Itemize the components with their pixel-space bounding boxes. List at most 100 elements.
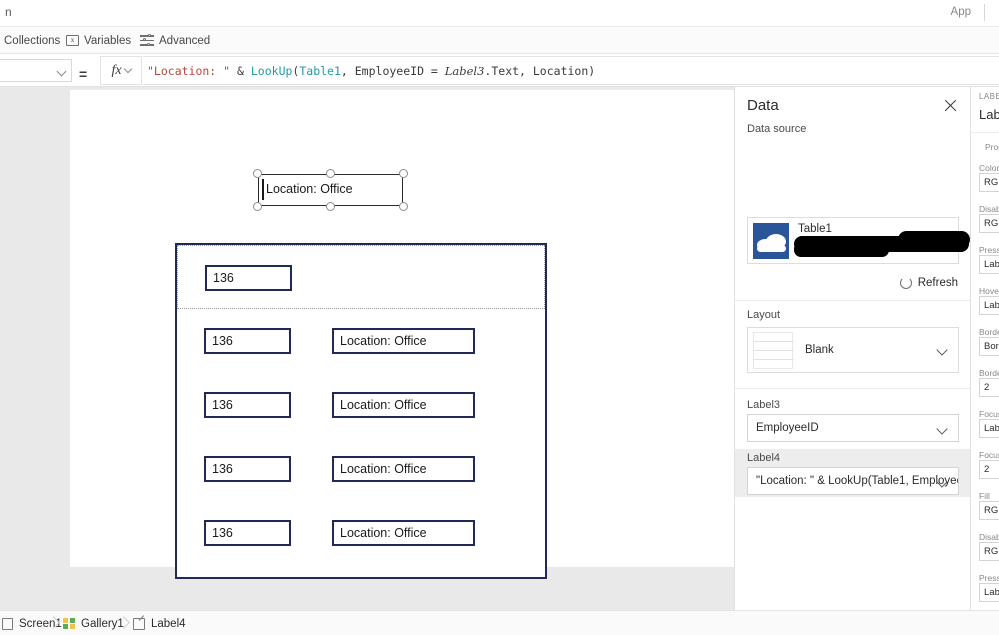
gallery-row[interactable]: 136 Location: Office <box>177 501 545 565</box>
variables-icon-glyph: x <box>70 36 75 44</box>
data-panel-title: Data <box>747 97 779 114</box>
breadcrumb-item-label4[interactable]: Label4 <box>133 611 186 635</box>
location-label[interactable]: Location: Office <box>332 456 475 482</box>
property-value[interactable]: 2 <box>979 378 999 397</box>
location-label[interactable]: Location: Office <box>332 392 475 418</box>
gallery-row[interactable]: 136 <box>177 245 545 309</box>
formula-token-string: "Location: " <box>147 63 231 78</box>
chevron-down-icon <box>936 423 948 435</box>
breadcrumb-separator-icon <box>119 615 128 632</box>
employee-id-field[interactable]: 136 <box>204 456 291 482</box>
data-source-label: Data source <box>747 123 807 135</box>
property-label: Disabled fill <box>979 532 999 542</box>
field-select-label3[interactable]: EmployeeID <box>747 414 959 442</box>
formula-token-tail: .Text, Location) <box>484 63 596 78</box>
ribbon-item-variables[interactable]: x Variables <box>66 27 131 54</box>
text-caret <box>262 179 264 200</box>
employee-id-field[interactable]: 136 <box>204 328 291 354</box>
resize-handle-top-center[interactable] <box>326 169 335 178</box>
resize-handle-top-right[interactable] <box>399 169 408 178</box>
ribbon-item-advanced[interactable]: Advanced <box>140 27 210 54</box>
gallery-control[interactable]: 136 136 Location: Office 136 Location: O… <box>175 243 547 579</box>
formula-token-paren: ( <box>292 63 300 78</box>
property-value[interactable]: RGBA(... <box>979 542 999 561</box>
equals-sign: = <box>79 66 88 82</box>
property-label: Disabled color <box>979 204 999 214</box>
redaction-mark <box>898 231 970 248</box>
formula-input[interactable]: "Location: " & LookUp ( Table1 , Employe… <box>143 56 999 85</box>
formula-token-control: Label3 <box>444 63 485 78</box>
gallery-row[interactable]: 136 Location: Office <box>177 373 545 437</box>
resize-handle-bottom-right[interactable] <box>399 202 408 211</box>
refresh-icon <box>899 277 912 289</box>
field-value-label3: EmployeeID <box>756 422 819 434</box>
ribbon-toolbar: Collections x Variables Advanced <box>0 27 999 54</box>
layout-value: Blank <box>805 344 834 356</box>
property-label: Pressed color <box>979 245 999 255</box>
ribbon-item-collections[interactable]: Collections <box>4 27 60 54</box>
app-canvas[interactable]: 136 136 Location: Office 136 Location: O… <box>70 90 734 579</box>
variables-icon: x <box>66 35 79 46</box>
location-label[interactable]: Location: Office <box>332 328 475 354</box>
location-label[interactable]: Location: Office <box>332 520 475 546</box>
property-value[interactable]: RGBA(... <box>979 173 999 192</box>
formula-token-operator: & <box>230 63 251 78</box>
employee-id-field[interactable]: 136 <box>205 265 292 291</box>
property-label: Border color <box>979 327 999 337</box>
panel-divider <box>735 300 971 301</box>
property-value[interactable]: Label... <box>979 296 999 315</box>
ribbon-variables-label: Variables <box>84 34 132 47</box>
screen-icon <box>2 617 13 630</box>
resize-handle-bottom-left[interactable] <box>253 202 262 211</box>
breadcrumb-label: Label4 <box>151 617 186 630</box>
property-label: Hover color <box>979 286 999 296</box>
property-value[interactable]: Label... <box>979 583 999 602</box>
properties-divider <box>971 132 999 133</box>
property-value[interactable]: RGBA(... <box>979 214 999 233</box>
property-value[interactable]: RGBA(... <box>979 501 999 520</box>
selected-label-control[interactable]: Location: Office <box>253 169 408 211</box>
formula-token-function: LookUp <box>250 63 293 78</box>
field-select-label4[interactable]: "Location: " & LookUp(Table1, EmployeeID… <box>747 467 959 495</box>
property-value[interactable]: Border... <box>979 337 999 356</box>
refresh-button[interactable]: Refresh <box>899 277 958 289</box>
bottom-status-bar: Screen1 Gallery1 Label4 <box>0 610 999 635</box>
property-select[interactable] <box>0 59 72 82</box>
property-label: Pressed fill <box>979 573 999 583</box>
resize-handle-bottom-center[interactable] <box>326 202 335 211</box>
breadcrumb-item-gallery1[interactable]: Gallery1 <box>63 611 124 635</box>
formula-token-table: Table1 <box>299 63 341 78</box>
resize-handle-top-left[interactable] <box>253 169 262 178</box>
ribbon-advanced-label: Advanced <box>159 34 211 47</box>
fx-button[interactable]: fx <box>100 56 142 85</box>
property-label: Fill <box>979 491 990 501</box>
selected-label-text: Location: Office <box>266 182 353 196</box>
label-icon <box>133 617 145 630</box>
property-value[interactable]: Label... <box>979 255 999 274</box>
layout-select[interactable]: Blank <box>747 327 959 373</box>
data-panel: Data Data source Table1 Refresh Layout B… <box>734 87 971 610</box>
properties-section-header: Properties <box>985 142 999 152</box>
gallery-row[interactable]: 136 Location: Office <box>177 309 545 373</box>
employee-id-field[interactable]: 136 <box>204 392 291 418</box>
layout-label: Layout <box>747 309 781 321</box>
chevron-down-icon <box>56 66 67 77</box>
property-value[interactable]: Label... <box>979 419 999 438</box>
property-label: Border thickness <box>979 368 999 378</box>
employee-id-field[interactable]: 136 <box>204 520 291 546</box>
chevron-down-icon <box>123 64 132 74</box>
close-icon[interactable] <box>943 98 958 113</box>
refresh-label: Refresh <box>917 277 958 289</box>
property-value[interactable]: 2 <box>979 460 999 479</box>
app-label: App <box>950 6 971 18</box>
data-source-item[interactable]: Table1 <box>747 217 970 264</box>
gallery-row[interactable]: 136 Location: Office <box>177 437 545 501</box>
onedrive-cloud-icon <box>753 223 789 259</box>
properties-control-name: Label4 <box>979 107 999 122</box>
formula-token-field: , EmployeeID = <box>340 63 445 78</box>
ribbon-collections-label: Collections <box>4 34 61 47</box>
top-strip-divider <box>984 4 985 21</box>
top-strip-clipped-text: n <box>5 5 12 19</box>
property-label: Focused border thickness <box>979 450 999 460</box>
advanced-sliders-icon <box>140 33 154 47</box>
